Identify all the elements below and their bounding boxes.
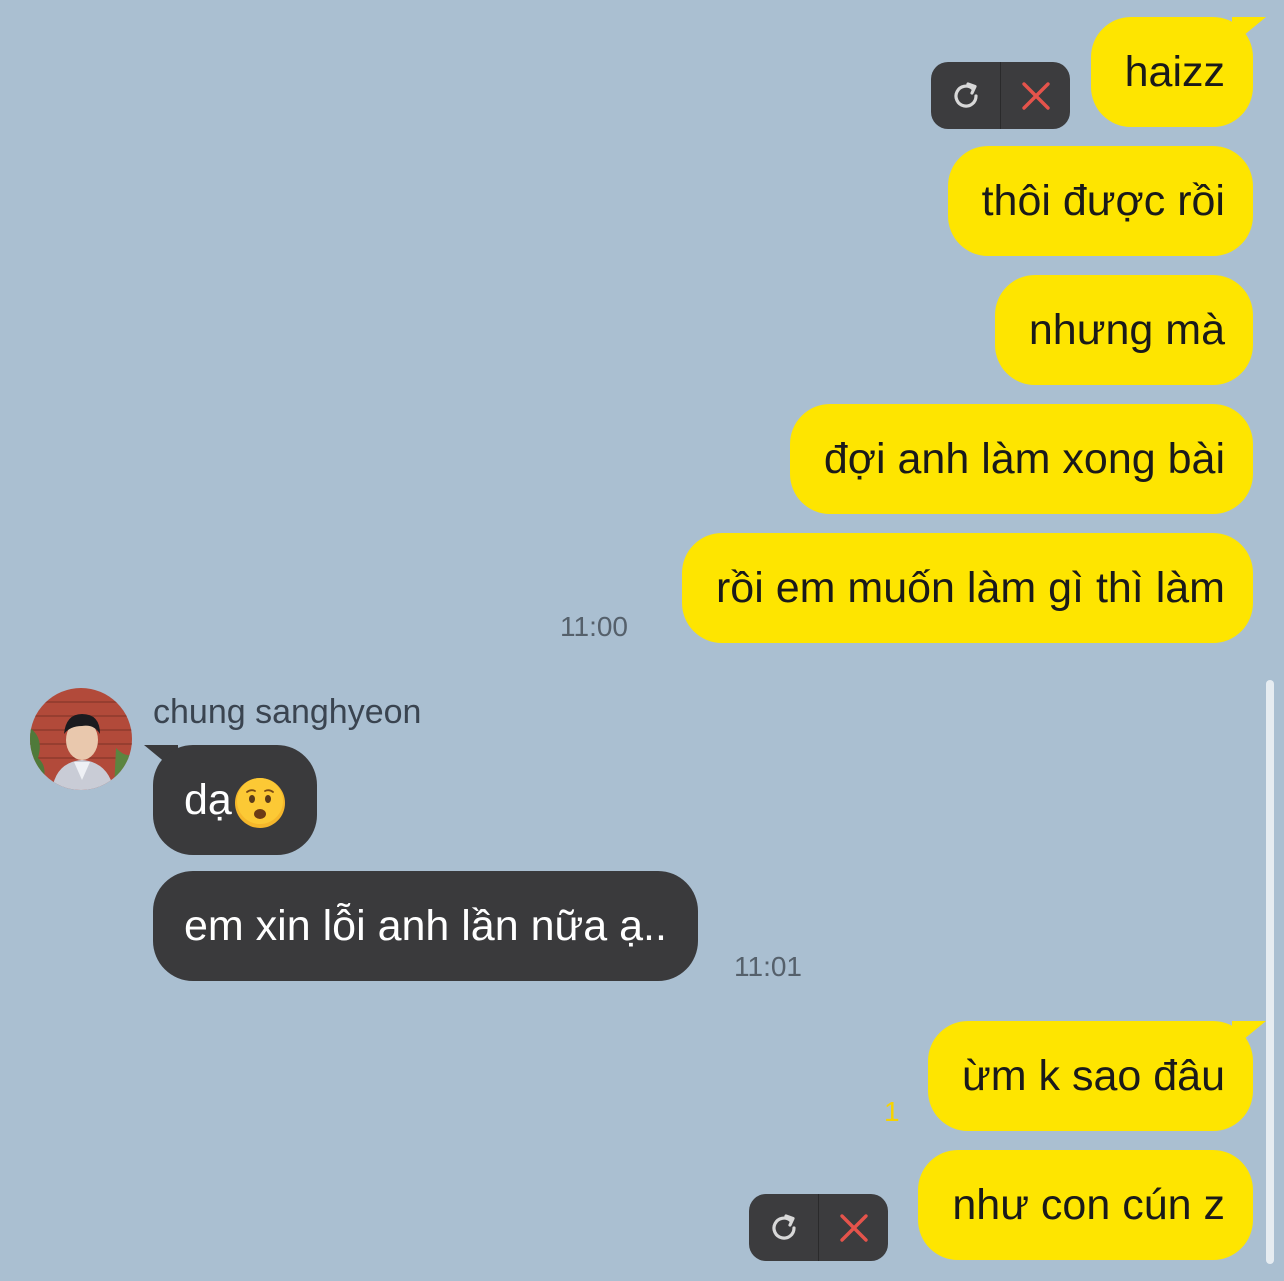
- retry-send-button[interactable]: [749, 1194, 818, 1261]
- delete-message-button[interactable]: [819, 1194, 888, 1261]
- unread-count: 1: [884, 1096, 900, 1127]
- contact-avatar[interactable]: [30, 688, 132, 790]
- my-message-bubble[interactable]: ừm k sao đâu: [927, 1021, 1253, 1131]
- message-timestamp: 11:00: [560, 611, 628, 642]
- failed-message-actions: [749, 1194, 888, 1261]
- scrollbar[interactable]: [1266, 680, 1274, 1264]
- contact-name: chung sanghyeon: [153, 693, 422, 731]
- my-message-bubble[interactable]: đợi anh làm xong bài: [789, 404, 1253, 514]
- delete-message-button[interactable]: [1001, 62, 1070, 129]
- my-message-bubble[interactable]: haizz: [1090, 17, 1253, 127]
- profile-photo: [30, 688, 132, 790]
- retry-send-button[interactable]: [931, 62, 1000, 129]
- close-icon: [1021, 81, 1050, 110]
- retry-icon: [953, 81, 978, 108]
- frowning-face-icon: [234, 777, 285, 828]
- their-message-bubble[interactable]: em xin lỗi anh lần nữa ạ..: [153, 871, 698, 981]
- their-message-bubble[interactable]: dạ: [153, 745, 317, 855]
- my-message-bubble[interactable]: thôi được rồi: [947, 146, 1253, 256]
- my-message-bubble[interactable]: như con cún z: [918, 1150, 1253, 1260]
- my-message-bubble[interactable]: rồi em muốn làm gì thì làm: [681, 533, 1253, 643]
- message-text: dạ: [184, 776, 232, 824]
- my-message-bubble[interactable]: nhưng mà: [994, 275, 1253, 385]
- retry-icon: [771, 1213, 796, 1240]
- message-timestamp: 11:01: [734, 951, 802, 982]
- failed-message-actions: [931, 62, 1070, 129]
- close-icon: [839, 1213, 868, 1242]
